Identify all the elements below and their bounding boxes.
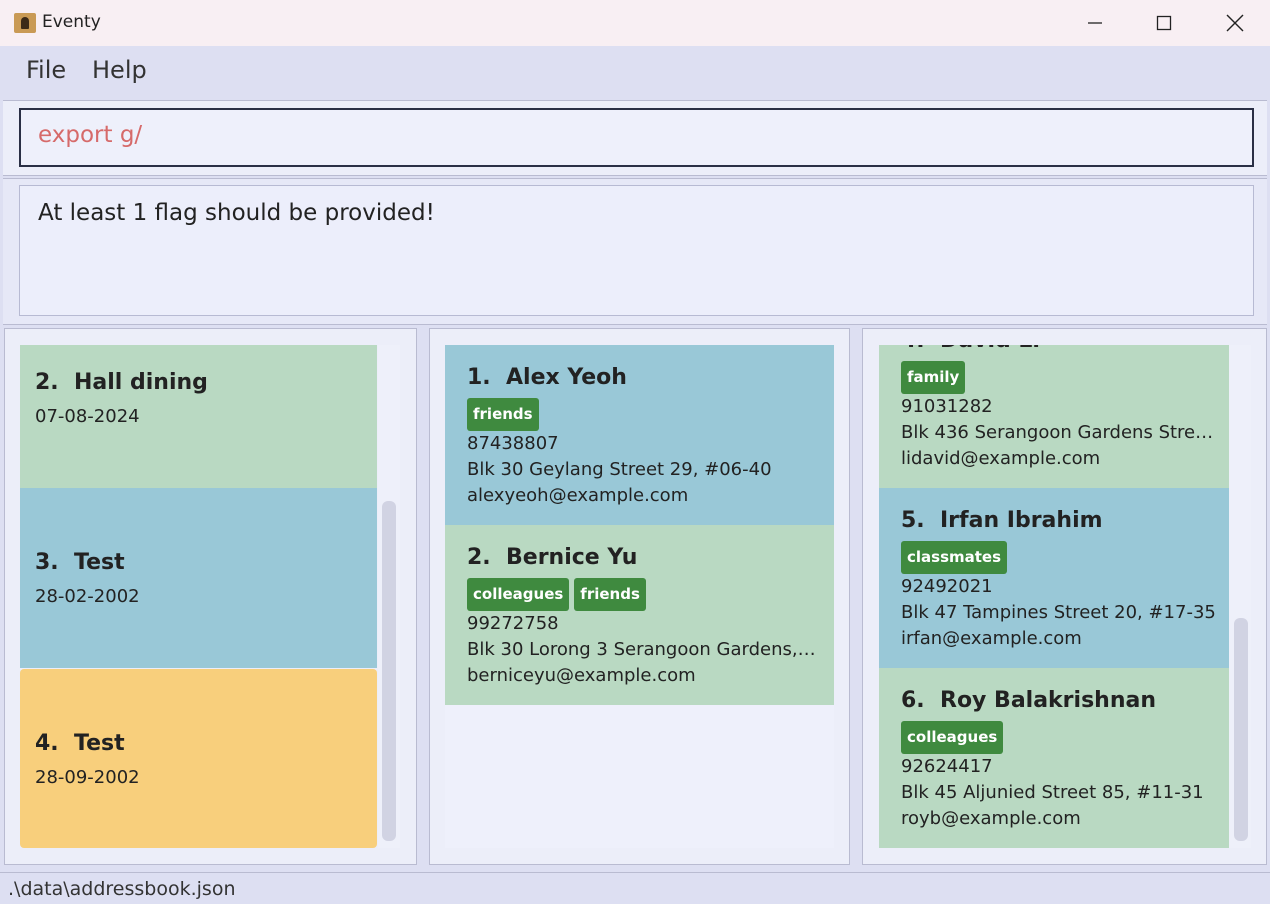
contact-address: Blk 45 Aljunied Street 85, #11-31: [901, 782, 1204, 803]
event-date: 28-02-2002: [35, 586, 140, 607]
contact-name: 1. Alex Yeoh: [467, 365, 627, 390]
event-card[interactable]: 2. Hall dining 07-08-2024: [20, 345, 377, 488]
contact-phone: 91031282: [901, 396, 993, 417]
contact-email: berniceyu@example.com: [467, 665, 696, 686]
command-input[interactable]: [19, 108, 1254, 167]
tag-badge: colleagues: [901, 721, 1004, 754]
event-date: 07-08-2024: [35, 406, 140, 427]
close-button[interactable]: [1200, 0, 1270, 46]
contact-address: Blk 30 Geylang Street 29, #06-40: [467, 459, 772, 480]
contact-address: Blk 47 Tampines Street 20, #17-35: [901, 602, 1216, 623]
contact-phone: 87438807: [467, 433, 559, 454]
event-title: 4. Test: [35, 731, 125, 756]
contact-tags: colleagues friends: [467, 578, 651, 611]
contact-card[interactable]: 6. Roy Balakrishnan colleagues 92624417 …: [879, 668, 1229, 848]
contact-email: lidavid@example.com: [901, 448, 1101, 469]
contact-card[interactable]: 5. Irfan Ibrahim classmates 92492021 Blk…: [879, 488, 1229, 668]
event-title: 3. Test: [35, 550, 125, 575]
event-card-selected[interactable]: 4. Test 28-09-2002: [20, 669, 377, 848]
contact-name: 2. Bernice Yu: [467, 545, 638, 570]
minimize-button[interactable]: [1060, 0, 1130, 46]
minimize-icon: [1088, 22, 1102, 24]
contact-tags: family: [901, 361, 970, 394]
contact-card[interactable]: 4. David Li family 91031282 Blk 436 Sera…: [879, 345, 1229, 488]
contact-name: 6. Roy Balakrishnan: [901, 688, 1157, 713]
tag-badge: friends: [574, 578, 646, 611]
tag-badge: colleagues: [467, 578, 570, 611]
event-scrollbar-thumb[interactable]: [382, 501, 396, 841]
close-icon: [1226, 14, 1244, 32]
contact-tags: classmates: [901, 541, 1012, 574]
event-date: 28-09-2002: [35, 767, 140, 788]
contact-name: 4. David Li: [901, 345, 1040, 353]
contact-phone: 99272758: [467, 613, 559, 634]
contact-list[interactable]: 1. Alex Yeoh friends 87438807 Blk 30 Gey…: [445, 345, 834, 848]
contact-address: Blk 30 Lorong 3 Serangoon Gardens, #...: [467, 639, 817, 660]
contact-card[interactable]: 2. Bernice Yu colleagues friends 99272758…: [445, 525, 834, 705]
contact-phone: 92492021: [901, 576, 993, 597]
tag-badge: family: [901, 361, 966, 394]
contact-email: irfan@example.com: [901, 628, 1082, 649]
contact-email: royb@example.com: [901, 808, 1081, 829]
tag-badge: friends: [467, 398, 539, 431]
menu-help[interactable]: Help: [92, 56, 147, 84]
tag-badge: classmates: [901, 541, 1008, 574]
app-icon: [14, 13, 36, 33]
event-title: 2. Hall dining: [35, 370, 208, 395]
contact-tags: colleagues: [901, 721, 1008, 754]
command-input-text: export g/: [38, 122, 143, 148]
contact-email: alexyeoh@example.com: [467, 485, 689, 506]
contact-list-right[interactable]: 4. David Li family 91031282 Blk 436 Sera…: [879, 345, 1229, 848]
window-title: Eventy: [42, 12, 101, 32]
contact-address: Blk 436 Serangoon Gardens Street ...: [901, 422, 1219, 443]
contact-scrollbar-thumb[interactable]: [1234, 618, 1248, 841]
result-message: At least 1 flag should be provided!: [38, 200, 435, 226]
status-file-path: .\data\addressbook.json: [8, 878, 236, 900]
maximize-icon: [1156, 15, 1172, 31]
contact-phone: 92624417: [901, 756, 993, 777]
contact-name: 5. Irfan Ibrahim: [901, 508, 1103, 533]
maximize-button[interactable]: [1129, 0, 1199, 46]
menu-file[interactable]: File: [26, 56, 66, 84]
menu-bar: [0, 46, 1270, 99]
event-card[interactable]: 3. Test 28-02-2002: [20, 488, 377, 668]
contact-card[interactable]: 1. Alex Yeoh friends 87438807 Blk 30 Gey…: [445, 345, 834, 525]
event-list[interactable]: 2. Hall dining 07-08-2024 3. Test 28-02-…: [20, 345, 377, 848]
contact-tags: friends: [467, 398, 544, 431]
